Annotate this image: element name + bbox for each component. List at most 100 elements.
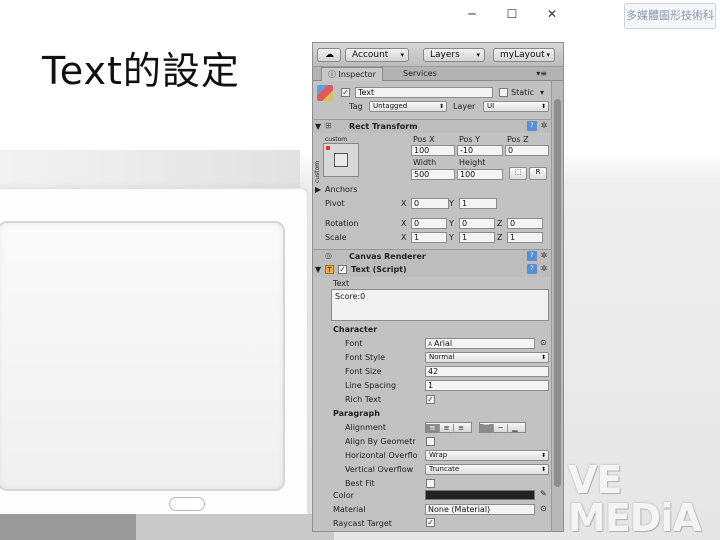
height-field[interactable]: 100: [457, 169, 503, 180]
rect-transform-header[interactable]: ▼ ⊞ Rect Transform ? ✲: [313, 119, 551, 133]
text-enabled-checkbox[interactable]: ✓: [338, 265, 347, 274]
help-book-icon[interactable]: ?: [527, 121, 537, 131]
align-top-icon[interactable]: ▔: [480, 424, 494, 433]
horizontal-overflow-dropdown[interactable]: Wrap ⬍: [425, 450, 549, 461]
close-icon[interactable]: ✕: [542, 6, 562, 22]
align-left-icon[interactable]: ≡: [426, 424, 440, 433]
tag-value: Untagged: [373, 102, 408, 110]
scrollbar-thumb[interactable]: [554, 99, 561, 487]
rotation-x-field[interactable]: 0: [411, 218, 447, 229]
material-field[interactable]: None (Material): [425, 504, 535, 515]
rotation-y-label: Y: [449, 219, 454, 228]
pos-z-field[interactable]: 0: [505, 145, 549, 156]
chevron-down-icon: ▾: [400, 51, 404, 59]
text-value-area[interactable]: Score:0: [331, 289, 549, 321]
rotation-z-field[interactable]: 0: [507, 218, 543, 229]
canvas-renderer-header[interactable]: ◎ Canvas Renderer ? ✲: [313, 249, 551, 263]
color-swatch[interactable]: [425, 490, 535, 500]
minimize-icon[interactable]: ─: [462, 6, 482, 22]
text-component-icon: T: [325, 265, 334, 274]
pos-y-field[interactable]: -10: [457, 145, 503, 156]
pos-x-field[interactable]: 100: [411, 145, 455, 156]
foldout-open-icon: ▼: [315, 265, 322, 274]
object-picker-icon[interactable]: ⊙: [540, 504, 547, 513]
static-checkbox[interactable]: [499, 88, 508, 97]
layout-dropdown[interactable]: myLayout ▾: [493, 48, 555, 62]
settings-gear-icon[interactable]: ✲: [539, 251, 549, 261]
align-right-icon[interactable]: ≡: [454, 424, 468, 433]
device-screen: [0, 221, 285, 491]
rich-text-label: Rich Text: [345, 395, 381, 404]
text-script-header[interactable]: ▼ T ✓ Text (Script) ? ✲: [313, 263, 551, 277]
tag-dropdown[interactable]: Untagged ⬍: [369, 101, 447, 112]
align-bottom-icon[interactable]: ▁: [508, 424, 522, 433]
font-size-label: Font Size: [345, 367, 382, 376]
rich-text-checkbox[interactable]: ✓: [426, 395, 435, 404]
align-by-geometry-checkbox[interactable]: [426, 437, 435, 446]
raycast-target-checkbox[interactable]: ✓: [426, 518, 435, 527]
help-book-icon[interactable]: ?: [527, 264, 537, 274]
scale-label: Scale: [325, 233, 347, 242]
scale-x-field[interactable]: 1: [411, 232, 447, 243]
gameobject-cube-icon: [317, 85, 333, 101]
vertical-overflow-dropdown[interactable]: Truncate ⬍: [425, 464, 549, 475]
anchors-label[interactable]: Anchors: [325, 185, 357, 194]
font-field[interactable]: A Arial: [425, 338, 535, 349]
pivot-y-field[interactable]: 1: [459, 198, 497, 209]
layers-dropdown[interactable]: Layers ▾: [423, 48, 485, 62]
font-style-label: Font Style: [345, 353, 386, 362]
chevron-down-icon: ⬍: [540, 354, 546, 361]
anchor-side-label: custom: [314, 160, 321, 183]
canvas-renderer-title: Canvas Renderer: [349, 252, 426, 261]
logo-line-2: MEDiA: [568, 496, 702, 540]
align-center-icon[interactable]: ≡: [440, 424, 454, 433]
vertical-alignment-group[interactable]: ▔ ─ ▁: [479, 422, 526, 433]
panel-tabs: ⓘ Inspector Services ▾≡: [313, 67, 563, 81]
panel-menu-icon[interactable]: ▾≡: [536, 67, 547, 81]
horizontal-alignment-group[interactable]: ≡ ≡ ≡: [425, 422, 472, 433]
anchor-presets-button[interactable]: [323, 143, 359, 177]
align-middle-icon[interactable]: ─: [494, 424, 508, 433]
rotation-x-label: X: [401, 219, 407, 228]
chevron-down-icon: ⬍: [438, 103, 444, 110]
text-label: Text: [333, 279, 350, 288]
line-spacing-field[interactable]: 1: [425, 380, 549, 391]
font-style-dropdown[interactable]: Normal ⬍: [425, 352, 549, 363]
active-checkbox[interactable]: ✓: [341, 88, 350, 97]
object-name-field[interactable]: Text: [355, 87, 493, 98]
scale-z-field[interactable]: 1: [507, 232, 543, 243]
font-size-field[interactable]: 42: [425, 366, 549, 377]
help-book-icon[interactable]: ?: [527, 251, 537, 261]
scale-y-field[interactable]: 1: [459, 232, 495, 243]
account-label: Account: [352, 50, 389, 60]
raw-edit-button[interactable]: R: [529, 167, 547, 180]
foldout-closed-icon[interactable]: ▶: [315, 185, 321, 194]
pivot-x-field[interactable]: 0: [411, 198, 449, 209]
inspector-scrollbar[interactable]: [551, 81, 563, 531]
anchor-top-label: custom: [325, 136, 348, 143]
horizontal-overflow-value: Wrap: [429, 451, 448, 459]
eyedropper-icon[interactable]: ✎: [540, 489, 547, 498]
layer-dropdown[interactable]: UI ⬍: [483, 101, 549, 112]
width-field[interactable]: 500: [411, 169, 455, 180]
pos-z-label: Pos Z: [507, 135, 529, 144]
best-fit-checkbox[interactable]: [426, 479, 435, 488]
tab-services[interactable]: Services: [397, 67, 443, 81]
blueprint-mode-icon[interactable]: ⬚: [509, 167, 527, 180]
tab-inspector[interactable]: ⓘ Inspector: [321, 67, 383, 81]
account-dropdown[interactable]: Account ▾: [345, 48, 409, 62]
layers-label: Layers: [430, 50, 460, 60]
object-picker-icon[interactable]: ⊙: [540, 338, 547, 347]
settings-gear-icon[interactable]: ✲: [539, 121, 549, 131]
color-label: Color: [333, 491, 354, 500]
scale-x-label: X: [401, 233, 407, 242]
anchor-preset-square: [334, 153, 348, 167]
rotation-y-field[interactable]: 0: [459, 218, 495, 229]
cloud-icon[interactable]: ☁: [317, 48, 341, 62]
maximize-icon[interactable]: ☐: [502, 6, 522, 22]
settings-gear-icon[interactable]: ✲: [539, 264, 549, 274]
window-controls: ─ ☐ ✕: [462, 6, 562, 22]
chevron-down-icon: ▾: [476, 51, 480, 59]
tag-label: Tag: [349, 102, 363, 111]
chevron-down-icon[interactable]: ▾: [540, 88, 544, 97]
